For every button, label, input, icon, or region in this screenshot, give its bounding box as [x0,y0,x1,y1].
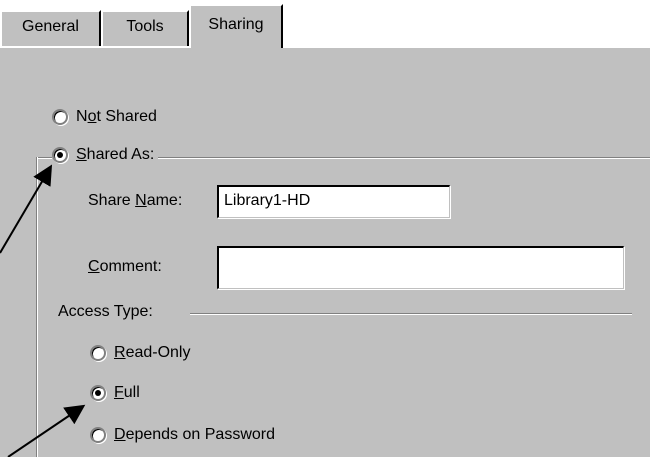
read-only-radio-circle[interactable] [90,345,106,361]
full-label: Full [114,384,140,401]
shared-as-radio-circle[interactable] [52,147,68,163]
shared-as-label: Shared As: [76,146,155,163]
share-name-label: Share Name: [88,192,183,209]
full-radio-dot [95,390,101,396]
shared-as-radio[interactable]: Shared As: [52,146,159,164]
shared-as-radio-dot [57,152,63,158]
not-shared-radio[interactable]: Not Shared [52,108,157,126]
not-shared-label: Not Shared [76,108,157,125]
tab-tools[interactable]: Tools [101,10,189,46]
depends-on-password-radio[interactable]: Depends on Password [90,426,275,444]
not-shared-radio-circle[interactable] [52,109,68,125]
full-radio[interactable]: Full [90,384,140,402]
comment-input[interactable] [217,246,624,289]
depends-on-password-label: Depends on Password [114,426,275,443]
tab-tools-label: Tools [126,18,164,35]
properties-dialog: General Tools Sharing Not Shared Shared … [0,0,650,457]
tab-sharing[interactable]: Sharing [189,4,283,48]
access-type-label: Access Type: [58,303,153,320]
read-only-label: Read-Only [114,344,191,361]
depends-on-password-radio-circle[interactable] [90,427,106,443]
share-name-input[interactable]: Library1-HD [217,185,450,218]
read-only-radio[interactable]: Read-Only [90,344,190,362]
tab-general[interactable]: General [0,10,101,46]
comment-label: Comment: [88,258,162,275]
access-type-group-line [190,313,632,315]
full-radio-circle[interactable] [90,385,106,401]
tab-general-label: General [22,18,79,35]
shared-as-group-left-line [36,157,38,457]
tab-sharing-label: Sharing [208,16,264,33]
